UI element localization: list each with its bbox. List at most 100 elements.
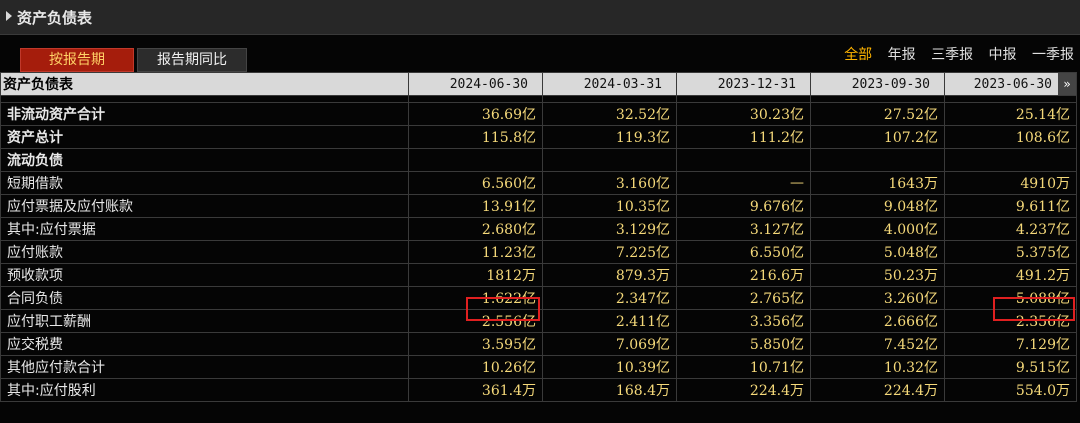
row-label: 应付账款 — [0, 240, 409, 264]
cell — [408, 95, 543, 103]
value-cell: 7.129亿 — [944, 332, 1077, 356]
value-cell: 50.23万 — [810, 263, 945, 287]
value-cell: — — [676, 171, 811, 195]
value-cell: 491.2万 — [944, 263, 1077, 287]
value-cell — [408, 148, 543, 172]
value-cell: 3.356亿 — [676, 309, 811, 333]
table-header-row: 资产负债表 2024-06-30 2024-03-31 2023-12-31 2… — [0, 72, 1077, 96]
value-cell: 115.8亿 — [408, 125, 543, 149]
table-row: 流动负债 — [0, 148, 1077, 172]
tab-by-period[interactable]: 按报告期 — [20, 48, 134, 72]
row-label: 预收款项 — [0, 263, 409, 287]
value-cell: 9.048亿 — [810, 194, 945, 218]
row-label: 资产总计 — [0, 125, 409, 149]
section-title-bar: 资产负债表 — [0, 0, 1080, 35]
cell — [810, 95, 945, 103]
value-cell: 9.611亿 — [944, 194, 1077, 218]
value-cell: 10.71亿 — [676, 355, 811, 379]
row-label: 应交税费 — [0, 332, 409, 356]
value-cell: 3.127亿 — [676, 217, 811, 241]
value-cell: 11.23亿 — [408, 240, 543, 264]
cell — [542, 95, 677, 103]
filter-annual[interactable]: 年报 — [888, 44, 916, 64]
section-title: 资产负债表 — [17, 9, 93, 27]
highlight-box — [993, 297, 1075, 321]
value-cell: 119.3亿 — [542, 125, 677, 149]
value-cell: 1643万 — [810, 171, 945, 195]
cell — [944, 95, 1077, 103]
row-label: 应付票据及应付账款 — [0, 194, 409, 218]
filter-midyear[interactable]: 中报 — [989, 44, 1017, 64]
column-header[interactable]: 2024-03-31 — [542, 72, 677, 96]
value-cell: 879.3万 — [542, 263, 677, 287]
value-cell: 3.129亿 — [542, 217, 677, 241]
value-cell: 27.52亿 — [810, 102, 945, 126]
table-row: 短期借款 6.560亿 3.160亿 —1643万 4910万 — [0, 171, 1077, 195]
table-row: 应付账款 11.23亿 7.225亿 6.550亿 5.048亿 5.375亿 — [0, 240, 1077, 264]
value-cell: 4.237亿 — [944, 217, 1077, 241]
value-cell: 9.515亿 — [944, 355, 1077, 379]
more-columns-icon[interactable]: » — [1058, 73, 1076, 95]
column-header[interactable]: 2024-06-30 — [408, 72, 543, 96]
row-label: 其他应付款合计 — [0, 355, 409, 379]
value-cell: 5.850亿 — [676, 332, 811, 356]
value-cell: 2.347亿 — [542, 286, 677, 310]
triangle-right-icon — [6, 11, 12, 21]
value-cell: 111.2亿 — [676, 125, 811, 149]
table-row: 其他应付款合计 10.26亿 10.39亿 10.71亿 10.32亿 9.515亿 — [0, 355, 1077, 379]
value-cell: 5.375亿 — [944, 240, 1077, 264]
row-label: 流动负债 — [0, 148, 409, 172]
value-cell: 361.4万 — [408, 378, 543, 402]
table-row: 应付票据及应付账款 13.91亿 10.35亿 9.676亿 9.048亿 9.611亿 — [0, 194, 1077, 218]
value-cell: 4910万 — [944, 171, 1077, 195]
report-type-filter: 全部 年报 三季报 中报 一季报 — [833, 44, 1074, 64]
row-label: 合同负债 — [0, 286, 409, 310]
value-cell: 2.765亿 — [676, 286, 811, 310]
row-label: 短期借款 — [0, 171, 409, 195]
table-row: 应交税费 3.595亿 7.069亿 5.850亿 7.452亿 7.129亿 — [0, 332, 1077, 356]
value-cell: 2.666亿 — [810, 309, 945, 333]
table-row: 预收款项 1812万 879.3万 216.6万 50.23万 491.2万 — [0, 263, 1077, 287]
filter-q1[interactable]: 一季报 — [1032, 44, 1074, 64]
highlight-box — [466, 297, 540, 321]
row-label: 其中:应付股利 — [0, 378, 409, 402]
value-cell: 6.560亿 — [408, 171, 543, 195]
column-header[interactable]: 2023-12-31 — [676, 72, 811, 96]
value-cell: 30.23亿 — [676, 102, 811, 126]
cell — [0, 95, 409, 103]
header-label: 资产负债表 — [0, 72, 409, 96]
cell — [676, 95, 811, 103]
filter-q3[interactable]: 三季报 — [931, 44, 973, 64]
value-cell: 6.550亿 — [676, 240, 811, 264]
value-cell — [944, 148, 1077, 172]
column-header[interactable]: 2023-09-30 — [810, 72, 945, 96]
value-cell: 7.225亿 — [542, 240, 677, 264]
value-cell: 2.680亿 — [408, 217, 543, 241]
value-cell: 7.452亿 — [810, 332, 945, 356]
table-row — [0, 95, 1077, 103]
value-cell: 4.000亿 — [810, 217, 945, 241]
tab-period-yoy[interactable]: 报告期同比 — [137, 48, 247, 72]
filter-all[interactable]: 全部 — [844, 44, 872, 64]
value-cell: 10.26亿 — [408, 355, 543, 379]
value-cell: 224.4万 — [810, 378, 945, 402]
value-cell — [676, 148, 811, 172]
value-cell: 10.39亿 — [542, 355, 677, 379]
value-cell: 1812万 — [408, 263, 543, 287]
table-row: 其中:应付股利 361.4万 168.4万 224.4万 224.4万 554.0万 — [0, 378, 1077, 402]
value-cell: 2.411亿 — [542, 309, 677, 333]
balance-sheet-table: 资产负债表 2024-06-30 2024-03-31 2023-12-31 2… — [0, 72, 1077, 402]
value-cell: 554.0万 — [944, 378, 1077, 402]
table-row: 非流动资产合计 36.69亿 32.52亿 30.23亿 27.52亿 25.14亿 — [0, 102, 1077, 126]
column-header-label: 2023-06-30 — [973, 76, 1052, 92]
column-header[interactable]: 2023-06-30 » — [944, 72, 1077, 96]
value-cell: 13.91亿 — [408, 194, 543, 218]
value-cell: 7.069亿 — [542, 332, 677, 356]
value-cell: 216.6万 — [676, 263, 811, 287]
value-cell: 3.260亿 — [810, 286, 945, 310]
table-row: 资产总计 115.8亿 119.3亿 111.2亿 107.2亿 108.6亿 — [0, 125, 1077, 149]
value-cell: 3.595亿 — [408, 332, 543, 356]
table-row: 其中:应付票据 2.680亿 3.129亿 3.127亿 4.000亿 4.237亿 — [0, 217, 1077, 241]
value-cell: 3.160亿 — [542, 171, 677, 195]
value-cell: 9.676亿 — [676, 194, 811, 218]
